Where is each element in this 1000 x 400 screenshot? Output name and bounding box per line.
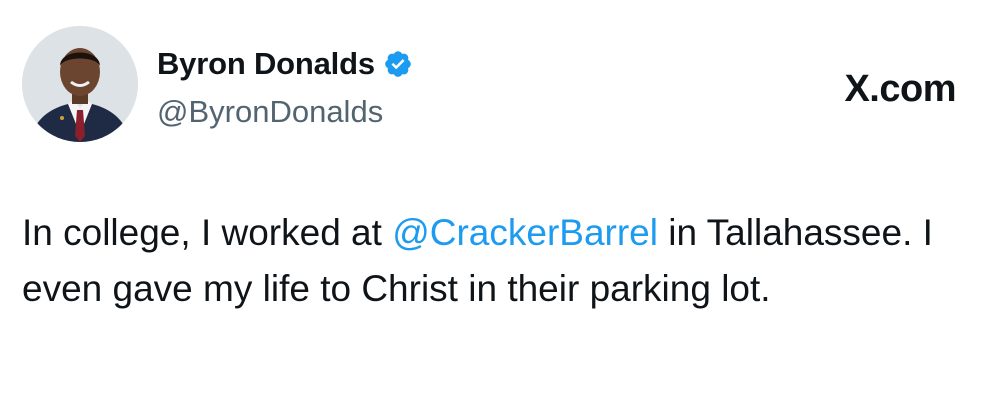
tweet-text-part: In college, I worked at xyxy=(22,212,393,253)
tweet-header: Byron Donalds @ByronDonalds X.com xyxy=(22,26,978,146)
tweet-text: In college, I worked at @CrackerBarrel i… xyxy=(22,205,972,317)
mention-link[interactable]: @CrackerBarrel xyxy=(392,212,658,253)
display-name[interactable]: Byron Donalds xyxy=(157,46,375,82)
user-handle[interactable]: @ByronDonalds xyxy=(157,94,413,130)
avatar[interactable] xyxy=(22,26,138,142)
avatar-image xyxy=(22,26,138,142)
source-label: X.com xyxy=(844,68,956,110)
tweet-card: Byron Donalds @ByronDonalds X.com In col… xyxy=(0,0,1000,400)
name-row: Byron Donalds xyxy=(157,44,413,84)
user-info: Byron Donalds @ByronDonalds xyxy=(157,44,413,130)
verified-badge-icon xyxy=(383,49,413,79)
